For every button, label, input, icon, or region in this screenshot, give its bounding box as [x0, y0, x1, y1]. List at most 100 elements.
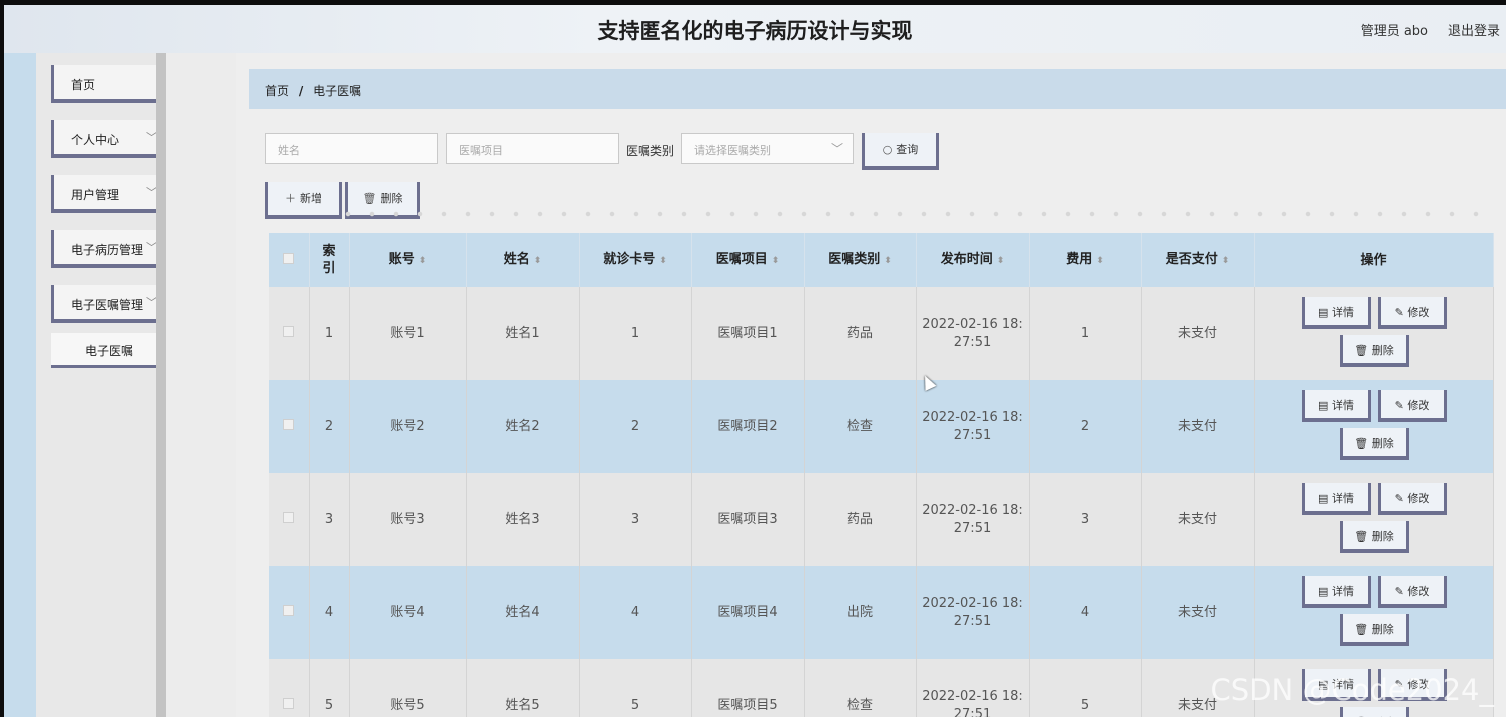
table-row: 1 账号1 姓名1 1 医嘱项目1 药品 2022-02-16 18: 27:51…	[269, 287, 1494, 380]
column-header-label: 是否支付	[1165, 251, 1218, 267]
cell-paid: 未支付	[1141, 380, 1255, 473]
row-checkbox[interactable]	[283, 604, 295, 616]
edit-button-label: 修改	[1407, 492, 1430, 505]
sidebar: 首页 个人中心 ﹀ 用户管理 ﹀ 电子病历管理 ﹀ 电子医嘱管理 ﹀ 电子医嘱	[36, 53, 170, 717]
cell-name: 姓名1	[466, 287, 580, 380]
cell-publish-time: 2022-02-16 18: 27:51	[916, 287, 1030, 380]
cell-card-number: 5	[579, 659, 692, 717]
cell-order-category: 检查	[804, 380, 917, 473]
column-header-account[interactable]: 账号 ⬍	[349, 233, 467, 287]
row-checkbox[interactable]	[283, 418, 295, 430]
cell-index: 3	[309, 473, 350, 566]
table-row: 3 账号3 姓名3 3 医嘱项目3 药品 2022-02-16 18: 27:51…	[269, 473, 1494, 566]
sidebar-item-label: 电子病历管理	[71, 243, 144, 257]
row-checkbox[interactable]	[283, 511, 295, 523]
cell-order-category: 药品	[804, 287, 917, 380]
sort-caret-icon[interactable]: ⬍	[534, 256, 542, 266]
cell-account: 账号4	[349, 566, 467, 659]
sort-caret-icon[interactable]: ⬍	[419, 256, 427, 266]
sidebar-item-personal-center[interactable]: 个人中心 ﹀	[51, 120, 170, 158]
cell-account: 账号5	[349, 659, 467, 717]
time-line-2: 27:51	[953, 334, 992, 350]
cell-name: 姓名3	[466, 473, 580, 566]
table-header-row: 索引 账号 ⬍ 姓名 ⬍ 就诊卡号 ⬍ 医嘱项目 ⬍ 医嘱类别 ⬍ 发布时间 ⬍ 费用 ⬍ 是…	[269, 233, 1494, 287]
delete-row-button[interactable]: 🗑 删除	[1339, 707, 1409, 717]
cell-name: 姓名2	[466, 380, 580, 473]
detail-button-label: 详情	[1331, 585, 1354, 598]
sidebar-item-label: 首页	[71, 78, 96, 92]
trash-icon: 🗑	[362, 192, 377, 205]
detail-button-label: 详情	[1331, 399, 1354, 412]
query-button[interactable]: ○ 查询	[862, 133, 939, 170]
sidebar-item-medical-order-management[interactable]: 电子医嘱管理 ﹀	[51, 285, 170, 323]
row-checkbox[interactable]	[283, 697, 295, 709]
cell-account: 账号2	[349, 380, 467, 473]
time-line-1: 2022-02-16 18:	[922, 595, 1023, 611]
app-window: 支持匿名化的电子病历设计与实现 管理员 abo 退出登录 首页 个人中心 ﹀ 用…	[4, 5, 1506, 717]
sort-caret-icon[interactable]: ⬍	[772, 256, 780, 266]
column-header-paid[interactable]: 是否支付 ⬍	[1141, 233, 1255, 287]
sidebar-item-medical-record-management[interactable]: 电子病历管理 ﹀	[51, 230, 170, 268]
column-header-publish-time[interactable]: 发布时间 ⬍	[916, 233, 1030, 287]
delete-button-label: 删除	[1371, 530, 1394, 543]
add-button-label: 新增	[300, 192, 322, 205]
breadcrumb-home[interactable]: 首页	[265, 84, 289, 98]
sort-caret-icon[interactable]: ⬍	[997, 256, 1005, 266]
document-icon: ▤	[1318, 585, 1329, 598]
delete-row-button[interactable]: 🗑 删除	[1339, 428, 1409, 460]
edit-button[interactable]: ✎ 修改	[1377, 390, 1447, 422]
sidebar-item-home[interactable]: 首页	[51, 65, 170, 103]
name-search-input[interactable]: 姓名	[265, 133, 438, 164]
column-header-label: 医嘱项目	[715, 251, 768, 267]
category-select-placeholder: 请选择医嘱类别	[694, 144, 771, 157]
sort-caret-icon[interactable]: ⬍	[1222, 256, 1230, 266]
delete-row-button[interactable]: 🗑 删除	[1339, 614, 1409, 646]
edit-button[interactable]: ✎ 修改	[1377, 297, 1447, 329]
table-row: 2 账号2 姓名2 2 医嘱项目2 检查 2022-02-16 18: 27:51…	[269, 380, 1494, 473]
time-line-2: 27:51	[953, 427, 992, 443]
column-header-order-item[interactable]: 医嘱项目 ⬍	[691, 233, 805, 287]
document-icon: ▤	[1318, 492, 1329, 505]
cell-order-item: 医嘱项目4	[691, 566, 805, 659]
content-padding	[166, 53, 236, 717]
column-header-fee[interactable]: 费用 ⬍	[1029, 233, 1142, 287]
detail-button[interactable]: ▤ 详情	[1301, 576, 1371, 608]
sort-caret-icon[interactable]: ⬍	[1096, 256, 1104, 266]
delete-row-button[interactable]: 🗑 删除	[1339, 521, 1409, 553]
sidebar-item-user-management[interactable]: 用户管理 ﹀	[51, 175, 170, 213]
breadcrumb-current: 电子医嘱	[313, 84, 362, 98]
select-all-checkbox[interactable]	[283, 252, 295, 264]
sort-caret-icon[interactable]: ⬍	[659, 256, 667, 266]
page-title: 支持匿名化的电子病历设计与实现	[597, 19, 913, 43]
edit-button[interactable]: ✎ 修改	[1377, 576, 1447, 608]
edit-button[interactable]: ✎ 修改	[1377, 483, 1447, 515]
detail-button[interactable]: ▤ 详情	[1301, 483, 1371, 515]
column-header-card-number[interactable]: 就诊卡号 ⬍	[579, 233, 692, 287]
column-header-order-category[interactable]: 医嘱类别 ⬍	[804, 233, 917, 287]
column-header-name[interactable]: 姓名 ⬍	[466, 233, 580, 287]
sidebar-scrollbar[interactable]	[156, 53, 166, 717]
add-button[interactable]: ＋ 新增	[265, 182, 342, 219]
cell-account: 账号3	[349, 473, 467, 566]
cell-order-category: 出院	[804, 566, 917, 659]
cell-publish-time: 2022-02-16 18: 27:51	[916, 473, 1030, 566]
trash-icon: 🗑	[1354, 530, 1369, 543]
category-select[interactable]: 请选择医嘱类别 ﹀	[681, 133, 854, 164]
decorative-dots	[336, 211, 1486, 217]
delete-button-label: 删除	[1371, 437, 1394, 450]
row-checkbox[interactable]	[283, 325, 295, 337]
sidebar-subitem-medical-order[interactable]: 电子医嘱	[51, 333, 170, 368]
sort-caret-icon[interactable]: ⬍	[884, 256, 892, 266]
cell-order-item: 医嘱项目1	[691, 287, 805, 380]
cell-publish-time: 2022-02-16 18: 27:51	[916, 380, 1030, 473]
cell-index: 5	[309, 659, 350, 717]
item-search-input[interactable]: 医嘱项目	[446, 133, 619, 164]
delete-row-button[interactable]: 🗑 删除	[1339, 335, 1409, 367]
detail-button[interactable]: ▤ 详情	[1301, 390, 1371, 422]
chevron-down-icon: ﹀	[830, 142, 843, 156]
cell-fee: 2	[1029, 380, 1142, 473]
logout-link[interactable]: 退出登录	[1448, 20, 1500, 39]
cell-publish-time: 2022-02-16 18: 27:51	[916, 566, 1030, 659]
cell-paid: 未支付	[1141, 566, 1255, 659]
detail-button[interactable]: ▤ 详情	[1301, 297, 1371, 329]
